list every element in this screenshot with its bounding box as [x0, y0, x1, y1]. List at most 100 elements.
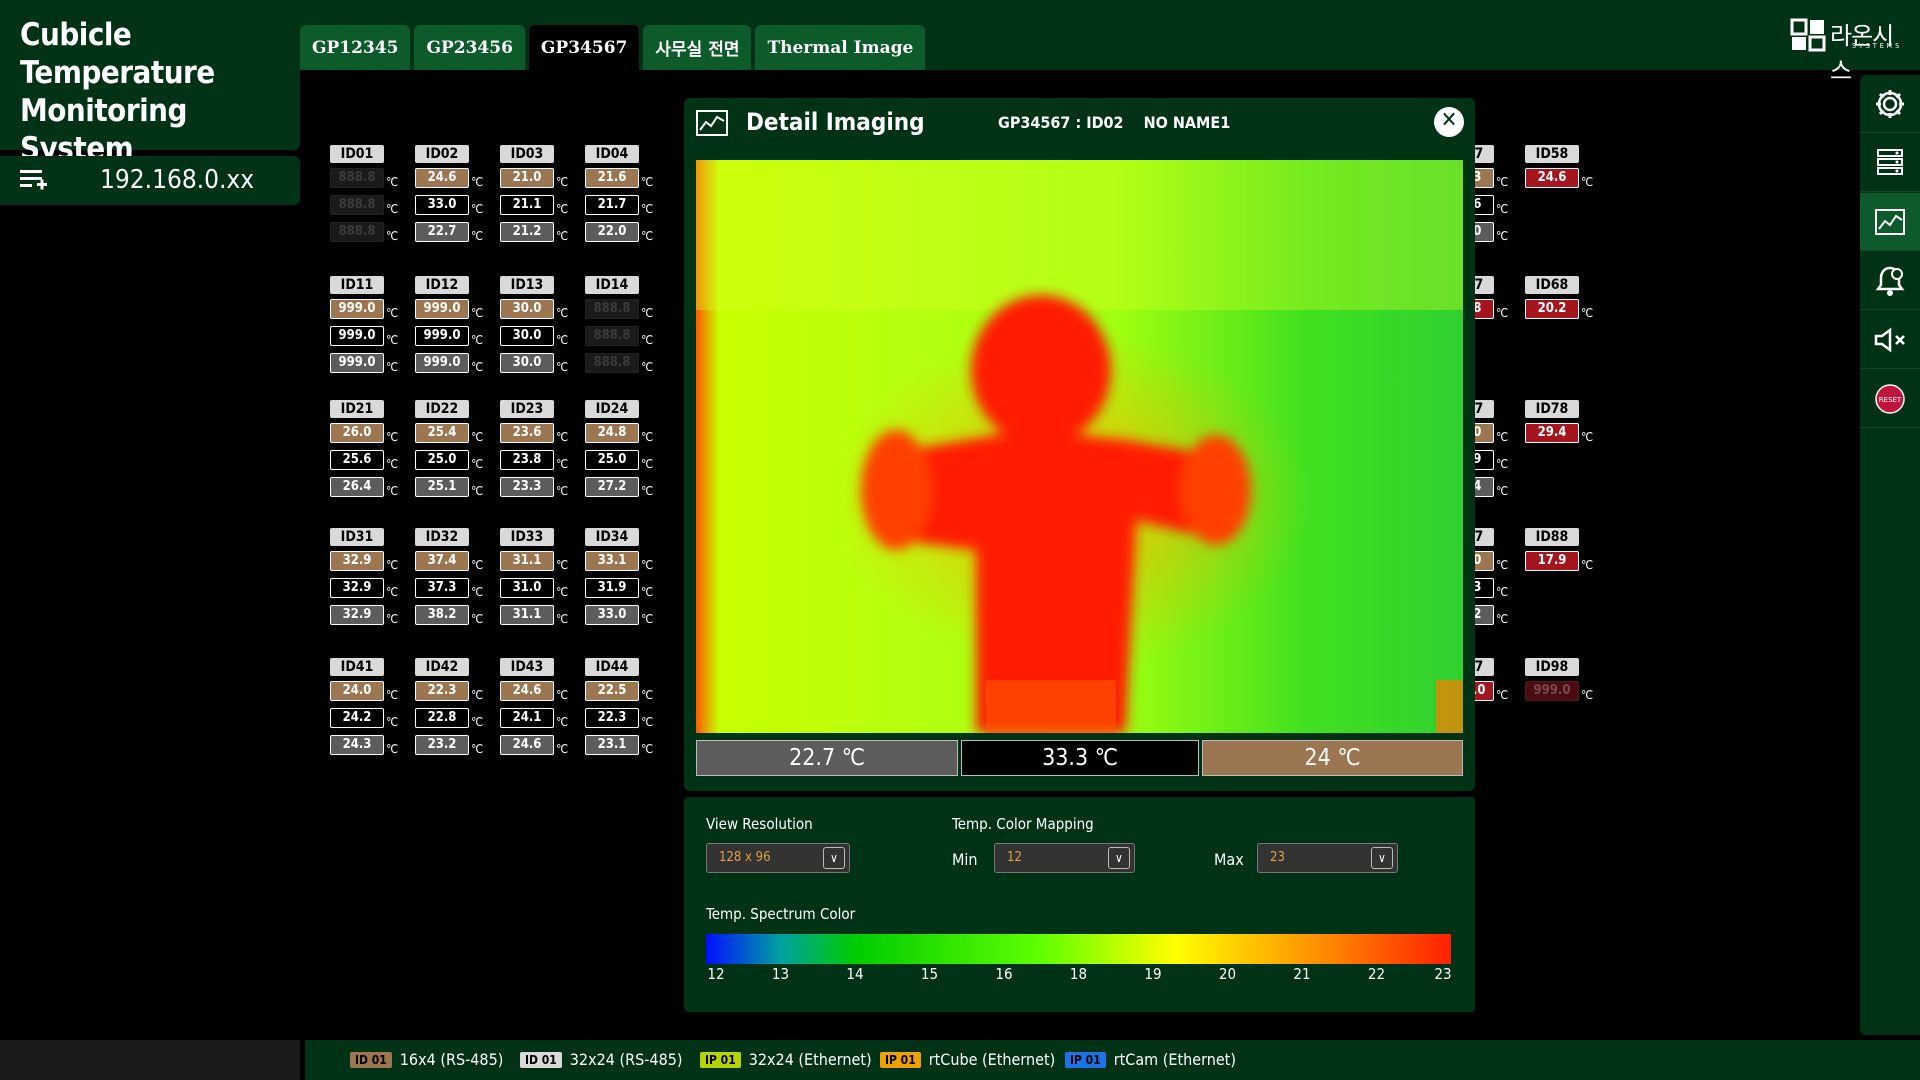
- sensor-id-label: ID11: [330, 276, 384, 294]
- mute-button[interactable]: [1860, 311, 1920, 369]
- max-temp-select[interactable]: 23 ∨: [1257, 843, 1398, 873]
- spectrum-tick: 21: [1293, 965, 1311, 983]
- sensor-value: 888.8: [330, 195, 384, 215]
- settings-button[interactable]: [1860, 75, 1920, 133]
- chart-button[interactable]: [1860, 193, 1920, 251]
- chevron-down-icon[interactable]: ∨: [823, 847, 845, 869]
- chevron-down-icon[interactable]: ∨: [1371, 847, 1393, 869]
- unit-label: ℃: [556, 229, 569, 243]
- dialog-subtitle: GP34567 : ID02 NO NAME1: [998, 113, 1231, 132]
- unit-label: ℃: [641, 585, 654, 599]
- sensor-value: 888.8: [585, 326, 639, 346]
- unit-label: ℃: [1581, 306, 1594, 320]
- unit-label: ℃: [471, 306, 484, 320]
- min-temp-value: 12: [1007, 850, 1022, 865]
- unit-label: ℃: [641, 715, 654, 729]
- sensor-id-label: ID23: [500, 400, 554, 418]
- max-temp-readout: 33.3 ℃: [961, 740, 1199, 776]
- unit-label: ℃: [556, 688, 569, 702]
- sensor-value: 22.8: [415, 708, 469, 728]
- sensor-value: 888.8: [330, 168, 384, 188]
- server-button[interactable]: [1860, 134, 1920, 192]
- unit-label: ℃: [556, 360, 569, 374]
- sensor-id-label: ID33: [500, 528, 554, 546]
- unit-label: ℃: [471, 360, 484, 374]
- playlist-add-icon[interactable]: [20, 168, 48, 194]
- server-icon: [1877, 148, 1903, 175]
- sensor-id-label: ID44: [585, 658, 639, 676]
- unit-label: ℃: [1581, 558, 1594, 572]
- dialog-title: Detail Imaging: [746, 108, 925, 136]
- ip-selector[interactable]: 192.168.0.xx: [0, 156, 300, 205]
- sensor-value: 31.1: [500, 605, 554, 625]
- unit-label: ℃: [386, 202, 399, 216]
- sensor-value: 25.4: [415, 423, 469, 443]
- unit-label: ℃: [471, 202, 484, 216]
- sensor-value: 38.2: [415, 605, 469, 625]
- app-title-line-1: Cubicle: [20, 17, 132, 53]
- unit-label: ℃: [1581, 175, 1594, 189]
- sensor-value: 37.4: [415, 551, 469, 571]
- unit-label: ℃: [1581, 688, 1594, 702]
- unit-label: ℃: [556, 175, 569, 189]
- sensor-id-label: ID21: [330, 400, 384, 418]
- unit-label: ℃: [641, 484, 654, 498]
- sensor-id-label: ID41: [330, 658, 384, 676]
- spectrum-tick: 13: [771, 965, 790, 983]
- sensor-value: 22.3: [585, 708, 639, 728]
- unit-label: ℃: [556, 742, 569, 756]
- sensor-value: 30.0: [500, 299, 554, 319]
- chart-icon: [1875, 208, 1905, 235]
- legend-badge: ID 01: [520, 1051, 562, 1068]
- spectrum-tick: 20: [1218, 965, 1237, 983]
- alarm-settings-button[interactable]: [1860, 252, 1920, 310]
- spectrum-tick: 14: [846, 965, 864, 983]
- sensor-value: 31.0: [500, 578, 554, 598]
- view-resolution-select[interactable]: 128 x 96 ∨: [706, 843, 850, 873]
- unit-label: ℃: [471, 457, 484, 471]
- sensor-value: 24.1: [500, 708, 554, 728]
- unit-label: ℃: [471, 715, 484, 729]
- sensor-id-label: ID32: [415, 528, 469, 546]
- sensor-value: 24.6: [415, 168, 469, 188]
- max-label: Max: [1214, 850, 1244, 869]
- unit-label: ℃: [386, 306, 399, 320]
- reset-button[interactable]: RESET: [1860, 370, 1920, 428]
- sensor-value: 999.0: [415, 299, 469, 319]
- sensor-value: 33.1: [585, 551, 639, 571]
- min-label: Min: [952, 850, 978, 869]
- unit-label: ℃: [386, 558, 399, 572]
- ip-address: 192.168.0.xx: [100, 165, 255, 195]
- reset-icon: RESET: [1875, 383, 1905, 414]
- sensor-value: 999.0: [330, 326, 384, 346]
- spectrum-tick: 23: [1434, 965, 1452, 983]
- close-icon: ✕: [1440, 108, 1458, 133]
- unit-label: ℃: [386, 585, 399, 599]
- spectrum-tick: 15: [920, 965, 939, 983]
- legend-text: rtCam (Ethernet): [1113, 1050, 1236, 1069]
- close-button[interactable]: ✕: [1434, 107, 1464, 137]
- app-title-line-2: Temperature: [20, 55, 215, 91]
- logo-subtext: SYSTEMS: [1852, 42, 1903, 50]
- chevron-down-icon[interactable]: ∨: [1108, 847, 1130, 869]
- max-temp-value: 23: [1270, 850, 1285, 865]
- avg-temp-readout: 24 ℃: [1202, 740, 1463, 776]
- unit-label: ℃: [641, 333, 654, 347]
- detail-imaging-dialog: Detail Imaging GP34567 : ID02 NO NAME1 ✕: [684, 98, 1475, 791]
- color-mapping-label: Temp. Color Mapping: [952, 815, 1094, 833]
- unit-label: ℃: [386, 484, 399, 498]
- sensor-value: 26.0: [330, 423, 384, 443]
- thermal-heatmap: [696, 160, 1463, 733]
- app-title: Cubicle Temperature Monitoring System: [20, 16, 300, 168]
- unit-label: ℃: [386, 457, 399, 471]
- unit-label: ℃: [1496, 484, 1509, 498]
- sensor-id-label: ID31: [330, 528, 384, 546]
- sensor-id-label: ID22: [415, 400, 469, 418]
- app-root: Cubicle Temperature Monitoring System 19…: [0, 0, 1920, 1080]
- unit-label: ℃: [471, 742, 484, 756]
- min-temp-select[interactable]: 12 ∨: [994, 843, 1135, 873]
- temperature-readouts: 22.7 ℃ 33.3 ℃ 24 ℃: [696, 740, 1463, 776]
- thermal-image: [696, 160, 1463, 733]
- legend-item: ID 01 16x4 (RS-485): [350, 1050, 503, 1069]
- sensor-id-label: ID58: [1525, 145, 1579, 163]
